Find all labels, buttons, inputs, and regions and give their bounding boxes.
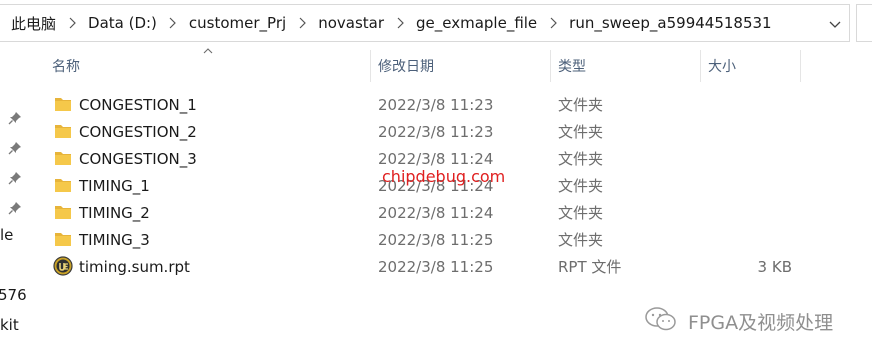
column-divider[interactable] (550, 50, 551, 82)
file-size (738, 91, 792, 118)
file-row[interactable]: TIMING_2 2022/3/8 11:24 文件夹 (48, 199, 808, 226)
file-type: 文件夹 (558, 231, 604, 249)
pin-icon[interactable] (8, 200, 22, 215)
file-size (738, 118, 792, 145)
column-header-label: 修改日期 (378, 59, 434, 75)
chevron-right-icon[interactable] (288, 5, 316, 41)
folder-icon (54, 150, 72, 167)
column-header-type[interactable]: 类型 (558, 50, 700, 82)
column-header-size[interactable]: 大小 (708, 50, 800, 82)
file-name: CONGESTION_1 (79, 95, 197, 114)
column-header-name[interactable]: 名称 (52, 50, 370, 82)
site-watermark: chipdebug.com (382, 167, 506, 186)
column-divider[interactable] (700, 50, 701, 82)
file-name: CONGESTION_3 (79, 149, 197, 168)
folder-icon (54, 177, 72, 194)
file-size: 3 KB (757, 257, 792, 276)
file-date: 2022/3/8 11:24 (378, 203, 494, 222)
file-type: 文件夹 (558, 96, 604, 114)
file-row[interactable]: timing.sum.rpt 2022/3/8 11:25 RPT 文件 3 K… (48, 253, 808, 280)
rpt-file-icon (53, 256, 73, 276)
file-name: timing.sum.rpt (79, 257, 190, 276)
file-date: 2022/3/8 11:23 (378, 95, 494, 114)
folder-icon (54, 204, 72, 221)
file-date: 2022/3/8 11:25 (378, 230, 494, 249)
column-divider[interactable] (370, 50, 371, 82)
wechat-icon (644, 306, 678, 336)
file-type: 文件夹 (558, 123, 604, 141)
pin-icon[interactable] (8, 170, 22, 185)
chevron-right-icon[interactable] (159, 5, 187, 41)
breadcrumb-item-drive[interactable]: Data (D:) (86, 14, 159, 32)
breadcrumb-item-ge-exmaple-file[interactable]: ge_exmaple_file (414, 14, 539, 32)
file-name: TIMING_2 (79, 203, 150, 222)
file-date: 2022/3/8 11:23 (378, 122, 494, 141)
brand-watermark: FPGA及视频处理 (644, 306, 834, 336)
nav-item-label[interactable]: 576 (0, 286, 27, 304)
breadcrumb: 此电脑 Data (D:) customer_Prj novastar ge_e… (0, 5, 774, 41)
file-name: TIMING_3 (79, 230, 150, 249)
file-date: 2022/3/8 11:25 (378, 257, 494, 276)
navigation-pane: le 576 kit (0, 52, 28, 358)
chevron-right-icon[interactable] (58, 5, 86, 41)
address-bar[interactable]: 此电脑 Data (D:) customer_Prj novastar ge_e… (0, 4, 850, 42)
chevron-right-icon[interactable] (539, 5, 567, 41)
folder-icon (54, 96, 72, 113)
nav-item-label[interactable]: le (0, 226, 13, 244)
file-type: RPT 文件 (558, 258, 622, 276)
file-type: 文件夹 (558, 150, 604, 168)
refresh-button[interactable] (856, 4, 872, 42)
file-size (738, 226, 792, 253)
file-name: CONGESTION_2 (79, 122, 197, 141)
chevron-down-icon[interactable] (827, 16, 843, 32)
file-size (738, 199, 792, 226)
file-name: TIMING_1 (79, 176, 150, 195)
brand-watermark-text: FPGA及视频处理 (688, 311, 834, 334)
column-header-label: 名称 (52, 59, 80, 75)
file-type: 文件夹 (558, 204, 604, 222)
file-row[interactable]: TIMING_3 2022/3/8 11:25 文件夹 (48, 226, 808, 253)
column-header-date[interactable]: 修改日期 (378, 50, 550, 82)
pin-icon[interactable] (8, 110, 22, 125)
breadcrumb-item-customer-prj[interactable]: customer_Prj (187, 14, 288, 32)
breadcrumb-item-this-pc[interactable]: 此电脑 (0, 13, 58, 34)
column-header-label: 类型 (558, 59, 586, 75)
column-divider[interactable] (800, 50, 801, 82)
column-header-label: 大小 (708, 59, 736, 75)
folder-icon (54, 231, 72, 248)
file-row[interactable]: CONGESTION_2 2022/3/8 11:23 文件夹 (48, 118, 808, 145)
file-size (738, 145, 792, 172)
nav-item-label[interactable]: kit (0, 316, 19, 334)
pin-icon[interactable] (8, 140, 22, 155)
folder-icon (54, 123, 72, 140)
breadcrumb-item-run-sweep[interactable]: run_sweep_a59944518531 (567, 14, 773, 32)
file-size (738, 172, 792, 199)
breadcrumb-item-novastar[interactable]: novastar (316, 14, 386, 32)
file-row[interactable]: CONGESTION_1 2022/3/8 11:23 文件夹 (48, 91, 808, 118)
file-type: 文件夹 (558, 177, 604, 195)
chevron-right-icon[interactable] (386, 5, 414, 41)
